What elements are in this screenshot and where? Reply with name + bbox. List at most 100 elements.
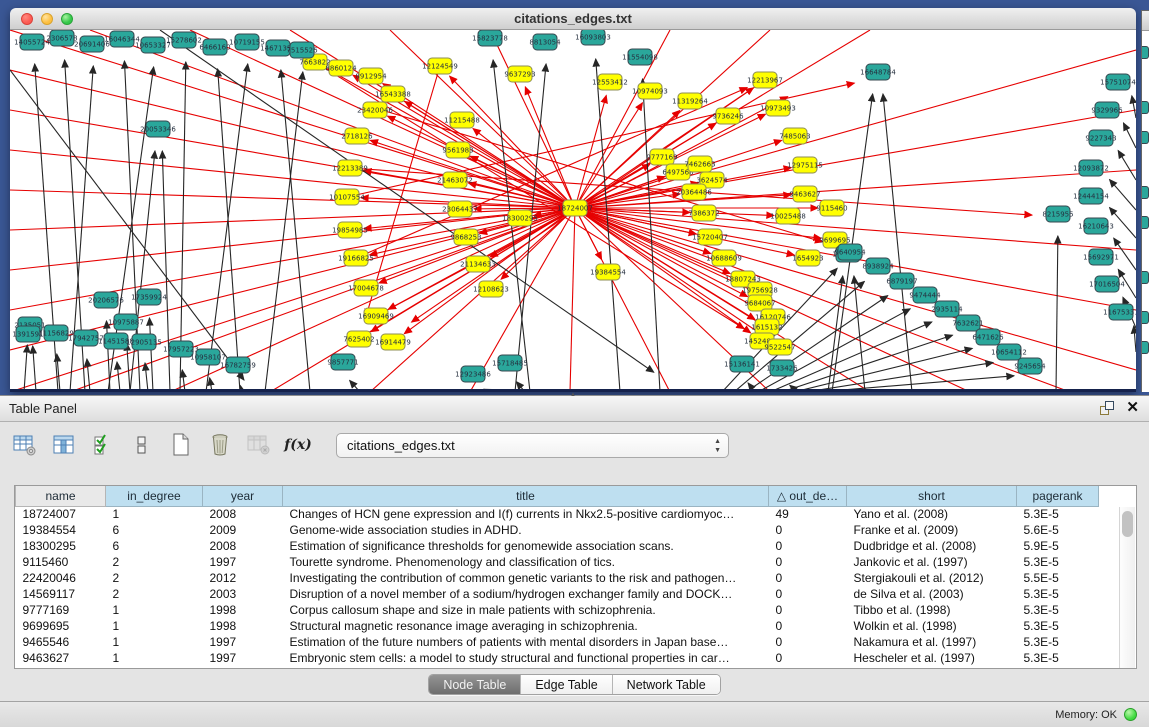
- table-cell[interactable]: Stergiakouli et al. (2012): [847, 570, 1017, 586]
- table-cell[interactable]: 9465546: [16, 634, 106, 650]
- table-cell[interactable]: 9115460: [16, 554, 106, 570]
- table-cell[interactable]: Investigating the contribution of common…: [283, 570, 769, 586]
- table-cell[interactable]: Dudbridge et al. (2008): [847, 538, 1017, 554]
- graph-node[interactable]: [1142, 216, 1149, 229]
- table-cell[interactable]: 5.5E-5: [1017, 570, 1099, 586]
- table-cell[interactable]: Estimation of significance thresholds fo…: [283, 538, 769, 554]
- column-header-out_degree[interactable]: △ out_de…: [769, 486, 847, 506]
- table-cell[interactable]: 1997: [203, 634, 283, 650]
- graph-edge[interactable]: [180, 62, 186, 389]
- table-selector-dropdown[interactable]: citations_edges.txt ▲▼: [336, 433, 729, 458]
- table-cell[interactable]: Yano et al. (2008): [847, 506, 1017, 522]
- table-cell[interactable]: 0: [769, 554, 847, 570]
- network-canvas[interactable]: 1872400776638228860124891295416543388234…: [10, 30, 1136, 389]
- graph-edge[interactable]: [10, 208, 575, 350]
- window-titlebar[interactable]: citations_edges.txt: [10, 8, 1136, 30]
- zoom-window-button[interactable]: [61, 13, 73, 25]
- graph-edge[interactable]: [570, 208, 575, 389]
- tab-node-table[interactable]: Node Table: [429, 675, 521, 694]
- table-cell[interactable]: Corpus callosum shape and size in male p…: [283, 602, 769, 618]
- delete-table-button-disabled[interactable]: [246, 432, 272, 458]
- graph-edge[interactable]: [782, 335, 953, 389]
- graph-node[interactable]: [1142, 46, 1149, 59]
- graph-edge[interactable]: [10, 70, 575, 208]
- table-cell[interactable]: 22420046: [16, 570, 106, 586]
- column-header-short[interactable]: short: [847, 486, 1017, 506]
- select-columns-button[interactable]: [90, 432, 116, 458]
- table-cell[interactable]: de Silva et al. (2003): [847, 586, 1017, 602]
- tab-network-table[interactable]: Network Table: [613, 675, 720, 694]
- minimize-window-button[interactable]: [41, 13, 53, 25]
- table-cell[interactable]: 5.3E-5: [1017, 586, 1099, 602]
- graph-edge[interactable]: [350, 380, 360, 389]
- graph-edge[interactable]: [516, 382, 525, 389]
- table-cell[interactable]: 1997: [203, 650, 283, 666]
- table-cell[interactable]: 49: [769, 506, 847, 522]
- column-settings-button[interactable]: [12, 432, 38, 458]
- table-row[interactable]: 969969511998Structural magnetic resonanc…: [16, 618, 1099, 634]
- graph-node[interactable]: [1142, 186, 1149, 199]
- table-cell[interactable]: 2: [106, 554, 203, 570]
- table-scrollbar[interactable]: [1119, 507, 1135, 669]
- table-row[interactable]: 2242004622012Investigating the contribut…: [16, 570, 1099, 586]
- graph-edge[interactable]: [1134, 326, 1136, 352]
- float-panel-icon[interactable]: [1100, 401, 1114, 415]
- table-cell[interactable]: 6: [106, 522, 203, 538]
- table-scrollbar-thumb[interactable]: [1122, 511, 1133, 537]
- table-cell[interactable]: 6: [106, 538, 203, 554]
- table-cell[interactable]: Wolkin et al. (1998): [847, 618, 1017, 634]
- table-cell[interactable]: 5.6E-5: [1017, 522, 1099, 538]
- graph-edge[interactable]: [210, 378, 212, 389]
- table-cell[interactable]: Structural magnetic resonance image aver…: [283, 618, 769, 634]
- graph-node[interactable]: [1142, 101, 1149, 114]
- graph-edge[interactable]: [240, 386, 242, 389]
- graph-edge[interactable]: [1110, 180, 1136, 210]
- table-row[interactable]: 1456911722003Disruption of a novel membe…: [16, 586, 1099, 602]
- show-column-button[interactable]: [51, 432, 77, 458]
- table-cell[interactable]: 0: [769, 650, 847, 666]
- close-window-button[interactable]: [21, 13, 33, 25]
- graph-edge[interactable]: [33, 346, 36, 389]
- table-cell[interactable]: 9777169: [16, 602, 106, 618]
- table-row[interactable]: 911546021997Tourette syndrome. Phenomeno…: [16, 554, 1099, 570]
- graph-edge[interactable]: [404, 208, 575, 334]
- table-row[interactable]: 946554611997Estimation of the future num…: [16, 634, 1099, 650]
- table-cell[interactable]: Tibbo et al. (1998): [847, 602, 1017, 618]
- table-cell[interactable]: 0: [769, 570, 847, 586]
- table-cell[interactable]: 1997: [203, 554, 283, 570]
- graph-edge[interactable]: [218, 69, 240, 389]
- column-header-name[interactable]: name: [16, 486, 106, 506]
- table-cell[interactable]: 5.9E-5: [1017, 538, 1099, 554]
- graph-edge[interactable]: [149, 318, 153, 389]
- table-cell[interactable]: Jankovic et al. (1997): [847, 554, 1017, 570]
- column-header-in_degree[interactable]: in_degree: [106, 486, 203, 506]
- table-cell[interactable]: 9699695: [16, 618, 106, 634]
- table-cell[interactable]: 1: [106, 650, 203, 666]
- graph-edge[interactable]: [575, 95, 606, 208]
- graph-node[interactable]: [1142, 341, 1149, 354]
- table-cell[interactable]: Hescheler et al. (1997): [847, 650, 1017, 666]
- graph-edge[interactable]: [190, 30, 575, 208]
- table-cell[interactable]: 14569117: [16, 586, 106, 602]
- table-cell[interactable]: 5.3E-5: [1017, 506, 1099, 522]
- row-height-button[interactable]: [129, 432, 155, 458]
- table-cell[interactable]: Estimation of the future numbers of pati…: [283, 634, 769, 650]
- table-cell[interactable]: 2: [106, 586, 203, 602]
- function-builder-button[interactable]: f(x): [285, 432, 311, 458]
- table-cell[interactable]: 2: [106, 570, 203, 586]
- network-graph[interactable]: 1872400776638228860124891295416543388234…: [10, 30, 1136, 389]
- table-cell[interactable]: 5.3E-5: [1017, 650, 1099, 666]
- table-cell[interactable]: 1: [106, 634, 203, 650]
- table-cell[interactable]: Tourette syndrome. Phenomenology and cla…: [283, 554, 769, 570]
- graph-node[interactable]: [1142, 271, 1149, 284]
- table-cell[interactable]: 2012: [203, 570, 283, 586]
- graph-edge[interactable]: [1132, 96, 1136, 118]
- table-cell[interactable]: 5.3E-5: [1017, 618, 1099, 634]
- graph-edge[interactable]: [127, 343, 130, 389]
- table-cell[interactable]: Disruption of a novel member of a sodium…: [283, 586, 769, 602]
- table-cell[interactable]: 5.3E-5: [1017, 634, 1099, 650]
- table-cell[interactable]: 18724007: [16, 506, 106, 522]
- table-cell[interactable]: 18300295: [16, 538, 106, 554]
- table-row[interactable]: 1830029562008Estimation of significance …: [16, 538, 1099, 554]
- graph-edge[interactable]: [117, 362, 120, 389]
